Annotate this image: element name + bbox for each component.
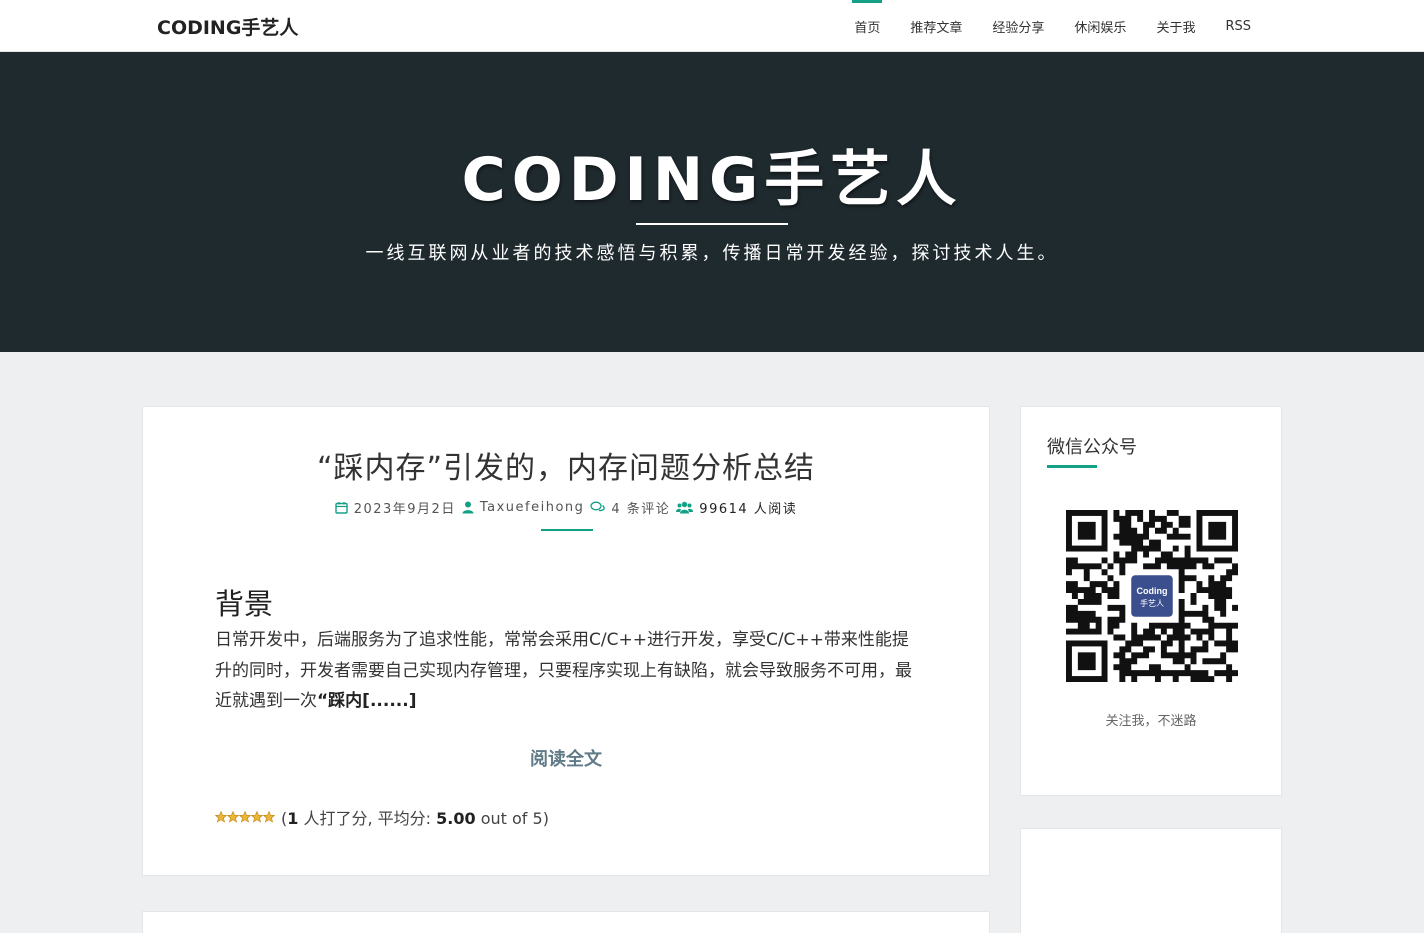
excerpt-bold: “踩内[......] [317,691,417,711]
hero-divider [636,223,788,225]
meta-divider [541,529,593,531]
nav-item-experience[interactable]: 经验分享 [977,0,1059,52]
post-excerpt: 日常开发中，后端服务为了追求性能，常常会采用C/C++进行开发，享受C/C++带… [215,625,925,717]
qr-logo [1131,575,1173,617]
next-post-card [142,911,990,933]
nav-item-recommended[interactable]: 推荐文章 [895,0,977,52]
comments-icon [590,501,606,512]
widget-title: 微信公众号 [1047,437,1137,458]
star-icon[interactable] [263,811,275,823]
nav-item-leisure[interactable]: 休闲娱乐 [1059,0,1141,52]
qr-caption: 关注我，不迷路 [1105,714,1197,729]
star-icon[interactable] [215,811,227,823]
rating-suffix: out of 5) [475,809,549,828]
qr-finder [1066,640,1108,682]
nav-item-rss[interactable]: RSS [1210,0,1266,52]
hero-subtitle: 一线互联网从业者的技术感悟与积累，传播日常开发经验，探讨技术人生。 [365,243,1059,264]
hero-banner: CODING手艺人 一线互联网从业者的技术感悟与积累，传播日常开发经验，探讨技术… [0,52,1424,352]
post-readers: 99614 人阅读 [699,502,798,517]
qr-code: Coding 手艺人 [1066,510,1238,682]
qr-logo-line2: 手艺人 [1140,598,1164,608]
rating-stars[interactable] [215,811,275,823]
section-heading: 背景 [215,587,274,621]
post-comments[interactable]: 4 条评论 [611,498,670,517]
top-navbar: CODING手艺人 首页 推荐文章 经验分享 休闲娱乐 关于我 RSS [0,0,1424,52]
calendar-icon [334,502,348,514]
rating-count: 1 [287,809,299,828]
qr-finder [1066,510,1108,552]
qr-logo-line1: Coding [1137,586,1168,596]
read-more-link[interactable]: 阅读全文 [143,745,989,771]
star-icon[interactable] [251,811,263,823]
rating-average: 5.00 [436,809,476,828]
hero-title: CODING手艺人 [461,145,963,215]
star-icon[interactable] [227,811,239,823]
users-icon [676,501,694,514]
post-date[interactable]: 2023年9月2日 [354,498,456,517]
user-icon [462,501,474,514]
rating-summary: (1 人打了分, 平均分: 5.00 out of 5) [281,805,549,829]
qr-finder [1196,510,1238,552]
star-icon[interactable] [239,811,251,823]
rating-count-text: 人打了分, 平均分: [298,809,437,828]
nav-item-home[interactable]: 首页 [839,0,895,52]
nav-item-about[interactable]: 关于我 [1141,0,1210,52]
main-nav: 首页 推荐文章 经验分享 休闲娱乐 关于我 RSS [839,0,1266,52]
post-card: “踩内存”引发的，内存问题分析总结 2023年9月2日 Taxuefeihong… [142,406,990,876]
post-author[interactable]: Taxuefeihong [480,500,585,515]
widget-divider [1047,465,1097,468]
wechat-widget: 微信公众号 Coding 手艺人 关注我，不迷路 [1020,406,1282,796]
post-meta: 2023年9月2日 Taxuefeihong 4 条评论 99614 人阅读 [143,498,989,517]
post-title[interactable]: “踩内存”引发的，内存问题分析总结 [143,443,989,487]
post-rating: (1 人打了分, 平均分: 5.00 out of 5) [215,805,549,829]
site-brand[interactable]: CODING手艺人 [157,13,298,40]
sidebar-widget-2 [1020,828,1282,933]
